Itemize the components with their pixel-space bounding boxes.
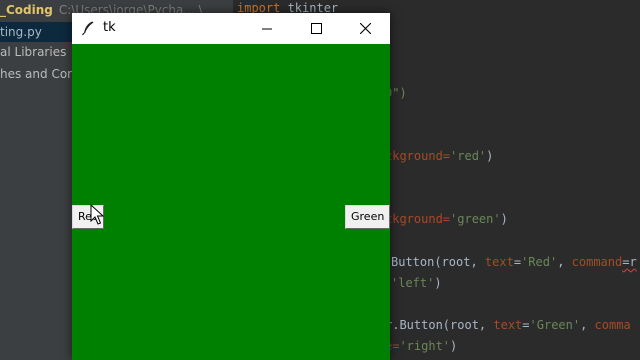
code-line: ckground='red') — [385, 149, 493, 163]
code-token: = — [513, 255, 522, 269]
minimize-icon — [262, 28, 272, 29]
project-root-name: _Coding — [0, 3, 53, 17]
code-token: ckground= — [385, 149, 451, 163]
feather-icon — [82, 21, 94, 36]
code-token: 'Green' — [529, 318, 581, 332]
code-token: ) — [450, 339, 458, 353]
maximize-icon — [310, 23, 322, 34]
external-libraries[interactable]: al Libraries — [0, 42, 66, 62]
code-token: 'red' — [450, 149, 487, 163]
code-token: comma — [594, 318, 631, 332]
code-line: ckground='green') — [385, 212, 508, 226]
code-token: ckground= — [385, 212, 451, 226]
code-token: = — [522, 318, 530, 332]
code-token: ) — [434, 276, 442, 290]
code-line: 'left') — [391, 276, 442, 290]
minimize-button[interactable] — [244, 13, 290, 44]
code-token: 'left' — [391, 276, 435, 290]
green-button[interactable]: Green — [345, 205, 390, 229]
code-token: Button(root, — [391, 255, 485, 269]
code-token: ) — [500, 212, 508, 226]
tk-window[interactable]: tk Red Green — [72, 13, 390, 360]
scratches-and-consoles[interactable]: hes and Cons — [0, 64, 81, 84]
code-token: 'green' — [450, 212, 501, 226]
maximize-button[interactable] — [293, 13, 339, 44]
code-token: r.Button(root, — [385, 318, 494, 332]
close-icon — [359, 23, 371, 34]
code-token: , — [557, 255, 572, 269]
code-token: ) — [486, 149, 494, 163]
mouse-cursor-icon — [90, 204, 104, 225]
window-client-area: Red Green — [72, 44, 390, 360]
window-title: tk — [103, 20, 116, 35]
code-token: text — [484, 255, 514, 269]
code-token: =r — [622, 255, 637, 269]
code-line: r.Button(root, text='Green', comma — [385, 318, 631, 332]
code-token: 'Red' — [521, 255, 558, 269]
code-line: e='right') — [385, 339, 457, 353]
window-titlebar[interactable]: tk — [72, 13, 390, 44]
code-line: Button(root, text='Red', command=r — [391, 255, 637, 269]
close-button[interactable] — [342, 13, 388, 44]
code-token: text — [493, 318, 523, 332]
code-token: , — [580, 318, 595, 332]
code-token: command — [571, 255, 623, 269]
code-token: 'right' — [399, 339, 451, 353]
